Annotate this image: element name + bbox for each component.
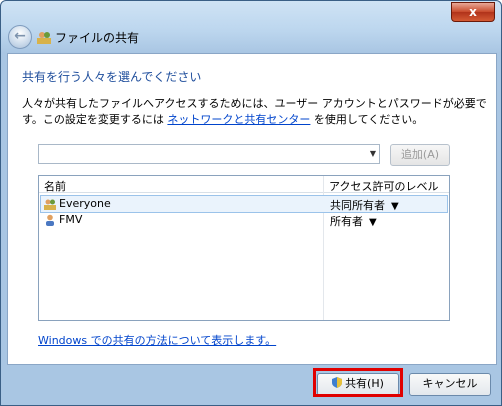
group-users-icon <box>44 199 56 210</box>
instruction-heading: 共有を行う人々を選んでください <box>22 70 202 84</box>
title-bar: ← ファイルの共有 <box>1 21 501 53</box>
user-select-combobox[interactable]: ▼ <box>38 144 380 164</box>
back-button[interactable]: ← <box>8 25 32 49</box>
dropdown-arrow-icon[interactable]: ▼ <box>369 217 377 228</box>
column-header-name[interactable]: 名前 <box>44 178 66 194</box>
user-icon <box>46 214 54 226</box>
list-item[interactable]: Everyone 共同所有者 ▼ <box>40 195 448 213</box>
content-panel: 共有を行う人々を選んでください 人々が共有したファイルへアクセスするためには、ユ… <box>7 53 497 365</box>
permission-level-dropdown[interactable]: 所有者 ▼ <box>330 213 377 229</box>
share-users-icon <box>37 32 51 44</box>
network-sharing-center-link[interactable]: ネットワークと共有センター <box>167 113 310 126</box>
permission-level-value: 所有者 <box>330 215 363 228</box>
list-item[interactable]: FMV 所有者 ▼ <box>41 212 447 228</box>
share-button-highlight <box>313 368 403 397</box>
list-header: 名前 アクセス許可のレベル <box>39 176 449 193</box>
description-part2: を使用してください。 <box>310 113 424 126</box>
dropdown-arrow-icon[interactable]: ▼ <box>391 201 399 212</box>
users-listview[interactable]: 名前 アクセス許可のレベル Everyone 共同所有者 ▼ FMV 所有者 ▼ <box>38 175 450 321</box>
window-title: ファイルの共有 <box>55 31 140 45</box>
user-name: Everyone <box>59 197 111 210</box>
add-button[interactable]: 追加(A) <box>390 144 450 166</box>
user-name: FMV <box>59 213 83 226</box>
back-arrow-icon: ← <box>14 28 26 44</box>
cancel-button[interactable]: キャンセル <box>409 373 491 396</box>
permission-level-dropdown[interactable]: 共同所有者 ▼ <box>330 197 399 213</box>
close-button[interactable]: x <box>451 2 495 22</box>
sharing-help-link[interactable]: Windows での共有の方法について表示します。 <box>38 332 276 348</box>
file-sharing-window: x ← ファイルの共有 共有を行う人々を選んでください 人々が共有したファイルへ… <box>0 0 502 406</box>
chevron-down-icon[interactable]: ▼ <box>370 149 376 158</box>
column-header-level[interactable]: アクセス許可のレベル <box>329 178 438 194</box>
permission-level-value: 共同所有者 <box>330 199 385 212</box>
description-text: 人々が共有したファイルへアクセスするためには、ユーザー アカウントとパスワードが… <box>22 96 492 128</box>
